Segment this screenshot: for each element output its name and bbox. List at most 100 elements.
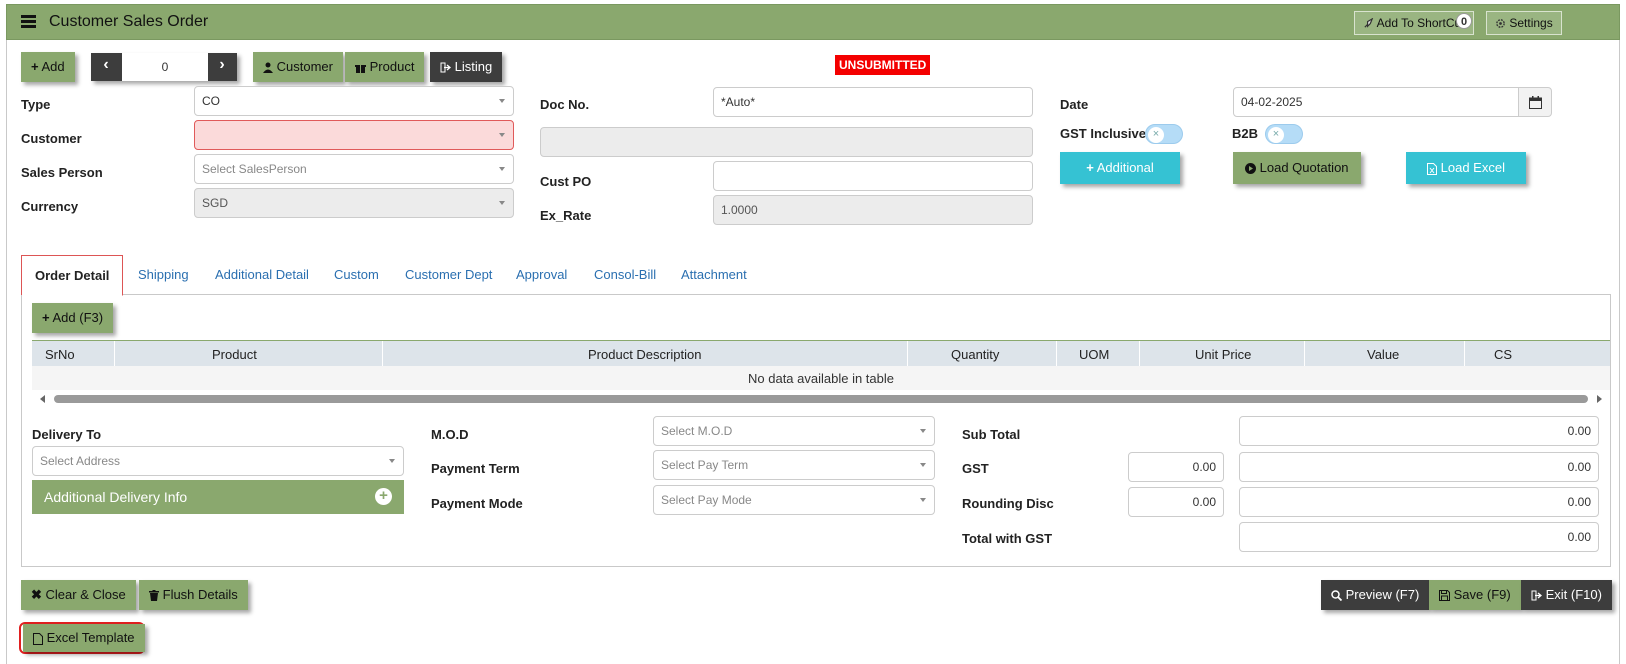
additional-button[interactable]: + Additional — [1060, 152, 1180, 184]
page-title: Customer Sales Order — [49, 13, 209, 30]
scroll-right-icon[interactable] — [1597, 395, 1602, 403]
chevron-down-icon — [499, 201, 505, 205]
toggle-off-icon: × — [1268, 127, 1284, 143]
gst-inclusive-label: GST Inclusive — [1060, 126, 1146, 141]
save-button[interactable]: Save (F9) — [1429, 580, 1521, 610]
column-header[interactable]: Unit Price — [1195, 347, 1251, 362]
add-to-shortcut-label: Add To ShortCut — [1376, 16, 1465, 30]
chevron-down-icon — [920, 498, 926, 502]
customer-button[interactable]: Customer — [253, 52, 343, 82]
plus-circle-icon[interactable]: + — [375, 488, 392, 505]
column-header[interactable]: Quantity — [951, 347, 999, 362]
listing-button-label: Listing — [454, 59, 493, 74]
exit-label: Exit (F10) — [1545, 587, 1602, 602]
payment-mode-select[interactable]: Select Pay Mode — [653, 485, 935, 515]
tab-custom[interactable]: Custom — [334, 267, 379, 282]
column-header[interactable]: UOM — [1079, 347, 1109, 362]
listing-button[interactable]: Listing — [430, 52, 503, 82]
settings-label: Settings — [1509, 16, 1553, 30]
delivery-to-label: Delivery To — [32, 427, 102, 442]
doc-no-input[interactable]: *Auto* — [713, 87, 1033, 117]
type-value: CO — [202, 94, 220, 108]
product-button[interactable]: Product — [345, 52, 425, 82]
ex-rate-input: 1.0000 — [713, 195, 1033, 225]
column-header[interactable]: Product — [212, 347, 257, 362]
exit-button[interactable]: Exit (F10) — [1521, 580, 1612, 610]
excel-template-button[interactable]: Excel Template — [23, 624, 145, 652]
shortcut-count-badge: 0 — [1456, 13, 1472, 29]
settings-button[interactable]: Settings — [1486, 11, 1562, 35]
sales-person-select[interactable]: Select SalesPerson — [194, 154, 514, 184]
gst-inclusive-toggle[interactable]: × — [1145, 124, 1183, 144]
load-quotation-label: Load Quotation — [1259, 160, 1349, 175]
next-record-icon[interactable]: › — [211, 56, 233, 78]
previous-record-icon[interactable]: ‹ — [95, 56, 117, 78]
add-line-button[interactable]: + Add (F3) — [32, 303, 114, 333]
gst-rate-input[interactable]: 0.00 — [1128, 452, 1224, 482]
scroll-left-icon[interactable] — [40, 395, 45, 403]
tab-additional-detail[interactable]: Additional Detail — [215, 267, 309, 282]
additional-delivery-info-bar[interactable]: Additional Delivery Info + — [32, 480, 404, 514]
file-excel-icon — [1427, 162, 1438, 175]
date-label: Date — [1060, 97, 1089, 112]
header-bar: Customer Sales Order Add To ShortCut 0 S… — [6, 4, 1620, 40]
file-icon — [33, 632, 43, 645]
mod-select[interactable]: Select M.O.D — [653, 416, 935, 446]
status-badge: UNSUBMITTED — [835, 55, 931, 75]
cust-po-input[interactable] — [713, 161, 1033, 191]
calendar-button[interactable] — [1518, 87, 1552, 117]
clear-close-button[interactable]: ✖ Clear & Close — [21, 580, 136, 610]
date-input[interactable]: 04-02-2025 — [1233, 87, 1519, 117]
preview-button[interactable]: Preview (F7) — [1321, 580, 1430, 610]
save-label: Save (F9) — [1453, 587, 1511, 602]
additional-button-label: Additional — [1096, 160, 1154, 175]
tab-approval[interactable]: Approval — [516, 267, 567, 282]
gst-label: GST — [962, 461, 989, 476]
load-excel-button[interactable]: Load Excel — [1406, 152, 1526, 184]
rounding-rate-input[interactable]: 0.00 — [1128, 487, 1224, 517]
add-button[interactable]: + Add — [21, 52, 75, 82]
load-quotation-button[interactable]: Load Quotation — [1233, 152, 1361, 184]
customer-name-display — [540, 127, 1033, 157]
plus-icon: + — [31, 59, 39, 74]
currency-label: Currency — [21, 199, 79, 214]
customer-select[interactable] — [194, 120, 514, 150]
tab-order-detail[interactable]: Order Detail — [21, 255, 124, 296]
payment-term-placeholder: Select Pay Term — [661, 458, 749, 472]
column-header[interactable]: SrNo — [45, 347, 75, 362]
sub-total-value: 0.00 — [1239, 416, 1599, 446]
payment-term-select[interactable]: Select Pay Term — [653, 450, 935, 480]
tab-customer-dept[interactable]: Customer Dept — [405, 267, 492, 282]
tab-shipping[interactable]: Shipping — [138, 267, 189, 282]
add-line-label: Add (F3) — [52, 310, 104, 325]
payment-mode-label: Payment Mode — [431, 496, 523, 511]
tab-consol-bill[interactable]: Consol-Bill — [594, 267, 656, 282]
record-index-input[interactable]: 0 — [122, 53, 208, 81]
type-label: Type — [21, 97, 51, 112]
sign-out-icon — [1531, 590, 1542, 601]
column-header[interactable]: Value — [1367, 347, 1399, 362]
delivery-address-select[interactable]: Select Address — [32, 446, 404, 476]
currency-select[interactable]: SGD — [194, 188, 514, 218]
chevron-down-icon — [389, 459, 395, 463]
tab-attachment[interactable]: Attachment — [681, 267, 747, 282]
ex-rate-label: Ex_Rate — [540, 208, 592, 223]
table-scrollbar[interactable] — [32, 392, 1610, 406]
mod-placeholder: Select M.O.D — [661, 424, 733, 438]
chevron-down-icon — [499, 133, 505, 137]
type-select[interactable]: CO — [194, 86, 514, 116]
record-navigator: ‹ 0 › — [91, 53, 237, 81]
column-header[interactable]: Product Description — [588, 347, 701, 362]
b2b-toggle[interactable]: × — [1265, 124, 1303, 144]
rounding-disc-label: Rounding Disc — [962, 496, 1054, 511]
table-empty-message: No data available in table — [32, 366, 1610, 390]
column-header[interactable]: CS — [1494, 347, 1512, 362]
user-icon — [263, 62, 273, 74]
hamburger-menu-icon[interactable] — [21, 15, 36, 28]
scrollbar-thumb[interactable] — [54, 395, 1588, 403]
product-button-label: Product — [369, 59, 415, 74]
additional-delivery-info-label: Additional Delivery Info — [44, 489, 188, 505]
gst-value: 0.00 — [1239, 452, 1599, 482]
flush-details-button[interactable]: Flush Details — [139, 580, 248, 610]
excel-template-label: Excel Template — [46, 630, 135, 645]
